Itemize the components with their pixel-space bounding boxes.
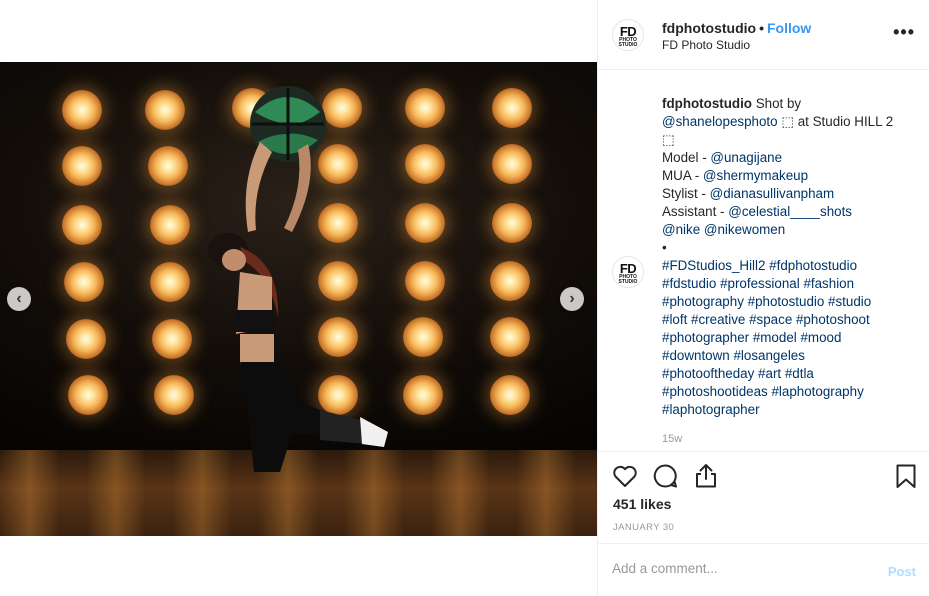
hashtag-link[interactable]: #photography #photostudio #studio (662, 293, 917, 311)
header-user-row: fdphotostudio • Follow (662, 20, 811, 36)
caption-line: fdphotostudio Shot by (662, 95, 917, 113)
hashtag-link[interactable]: #photoshootideas #laphotography (662, 383, 917, 401)
light-bulb (492, 203, 532, 243)
caption-line: Model - @unagijane (662, 149, 917, 167)
caption-text-segment: MUA - (662, 168, 703, 183)
post-age[interactable]: 15w (662, 433, 682, 445)
hashtag-link[interactable]: #loft #creative #space #photoshoot (662, 311, 917, 329)
light-bulb (492, 88, 532, 128)
light-bulb (64, 262, 104, 302)
light-bulb (403, 317, 443, 357)
caption-text-segment: Model - (662, 150, 711, 165)
bookmark-icon[interactable] (892, 462, 920, 490)
caption-username[interactable]: fdphotostudio (662, 96, 752, 111)
caption-line: @shanelopesphoto ⬚ at Studio HILL 2 (662, 113, 917, 131)
light-bulb (403, 375, 443, 415)
caption-text-segment: Shot by (755, 96, 802, 111)
light-bulb (405, 203, 445, 243)
caption-line: MUA - @shermymakeup (662, 167, 917, 185)
caption-text-segment: ⬚ at Studio HILL 2 (777, 114, 894, 129)
caption-area: FD PHOTO STUDIO fdphotostudio Shot by @s… (598, 70, 929, 450)
post-comment-button[interactable]: Post (888, 564, 916, 579)
comment-input[interactable] (612, 561, 872, 576)
action-bar: 451 likes JANUARY 30 (598, 451, 929, 543)
caption-line: • (662, 240, 667, 255)
light-bulb (405, 261, 445, 301)
next-image-button[interactable]: › (560, 287, 584, 311)
light-bulb (490, 261, 530, 301)
like-count[interactable]: 451 likes (613, 496, 671, 512)
previous-image-button[interactable]: ‹ (7, 287, 31, 311)
comment-icon[interactable] (651, 462, 679, 490)
post-date: JANUARY 30 (613, 522, 675, 533)
mention-link[interactable]: @shermymakeup (703, 168, 808, 183)
light-bulb (62, 146, 102, 186)
share-icon[interactable] (692, 462, 720, 490)
avatar[interactable]: FD PHOTO STUDIO (612, 19, 644, 51)
light-bulb (405, 144, 445, 184)
light-bulb (66, 319, 106, 359)
caption-avatar[interactable]: FD PHOTO STUDIO (612, 256, 644, 288)
light-bulb (62, 205, 102, 245)
light-bulb (490, 375, 530, 415)
mention-link[interactable]: @unagijane (710, 150, 782, 165)
hashtag-link[interactable]: #fdstudio #professional #fashion (662, 275, 917, 293)
light-bulb (405, 88, 445, 128)
hashtag-link[interactable]: #downtown #losangeles (662, 347, 917, 365)
post-header: FD PHOTO STUDIO fdphotostudio • Follow FD … (598, 0, 929, 70)
athlete-figure (208, 86, 388, 472)
location-link[interactable]: FD Photo Studio (662, 38, 750, 52)
light-bulb (492, 144, 532, 184)
caption-text-segment: Stylist - (662, 186, 710, 201)
username-link[interactable]: fdphotostudio (662, 20, 756, 36)
hashtag-link[interactable]: #FDStudios_Hill2 #fdphotostudio (662, 257, 917, 275)
caption-line: ⬚ (662, 132, 675, 147)
hashtag-link[interactable]: #photooftheday #art #dtla (662, 365, 917, 383)
more-options-icon[interactable]: ••• (893, 22, 915, 43)
separator-dot: • (759, 20, 764, 36)
mention-link[interactable]: @celestial____shots (728, 204, 852, 219)
media-column: ‹ › (0, 0, 597, 596)
avatar-subtext: PHOTO STUDIO (618, 37, 638, 48)
post-photo[interactable] (0, 62, 597, 536)
post-side-panel: FD PHOTO STUDIO fdphotostudio • Follow FD … (597, 0, 929, 596)
light-bulb (150, 262, 190, 302)
heart-icon[interactable] (611, 462, 639, 490)
caption-line: Assistant - @celestial____shots (662, 203, 917, 221)
light-bulb (154, 375, 194, 415)
caption-line: Stylist - @dianasullivanpham (662, 185, 917, 203)
hashtag-link[interactable]: #laphotographer (662, 401, 917, 419)
hashtag-link[interactable]: #photographer #model #mood (662, 329, 917, 347)
mention-link[interactable]: @shanelopesphoto (662, 114, 778, 129)
follow-button[interactable]: Follow (767, 20, 811, 36)
light-bulb (62, 90, 102, 130)
light-bulb (68, 375, 108, 415)
avatar-subtext: PHOTO STUDIO (618, 274, 638, 285)
light-bulb (490, 317, 530, 357)
light-bulb (152, 319, 192, 359)
light-bulb (148, 146, 188, 186)
light-bulb (145, 90, 185, 130)
comment-bar: Post (598, 543, 929, 596)
mention-link[interactable]: @nike @nikewomen (662, 221, 917, 239)
light-bulb (150, 205, 190, 245)
caption-text-segment: Assistant - (662, 204, 729, 219)
mention-link[interactable]: @dianasullivanpham (710, 186, 835, 201)
caption-text: fdphotostudio Shot by @shanelopesphoto ⬚… (662, 95, 917, 419)
